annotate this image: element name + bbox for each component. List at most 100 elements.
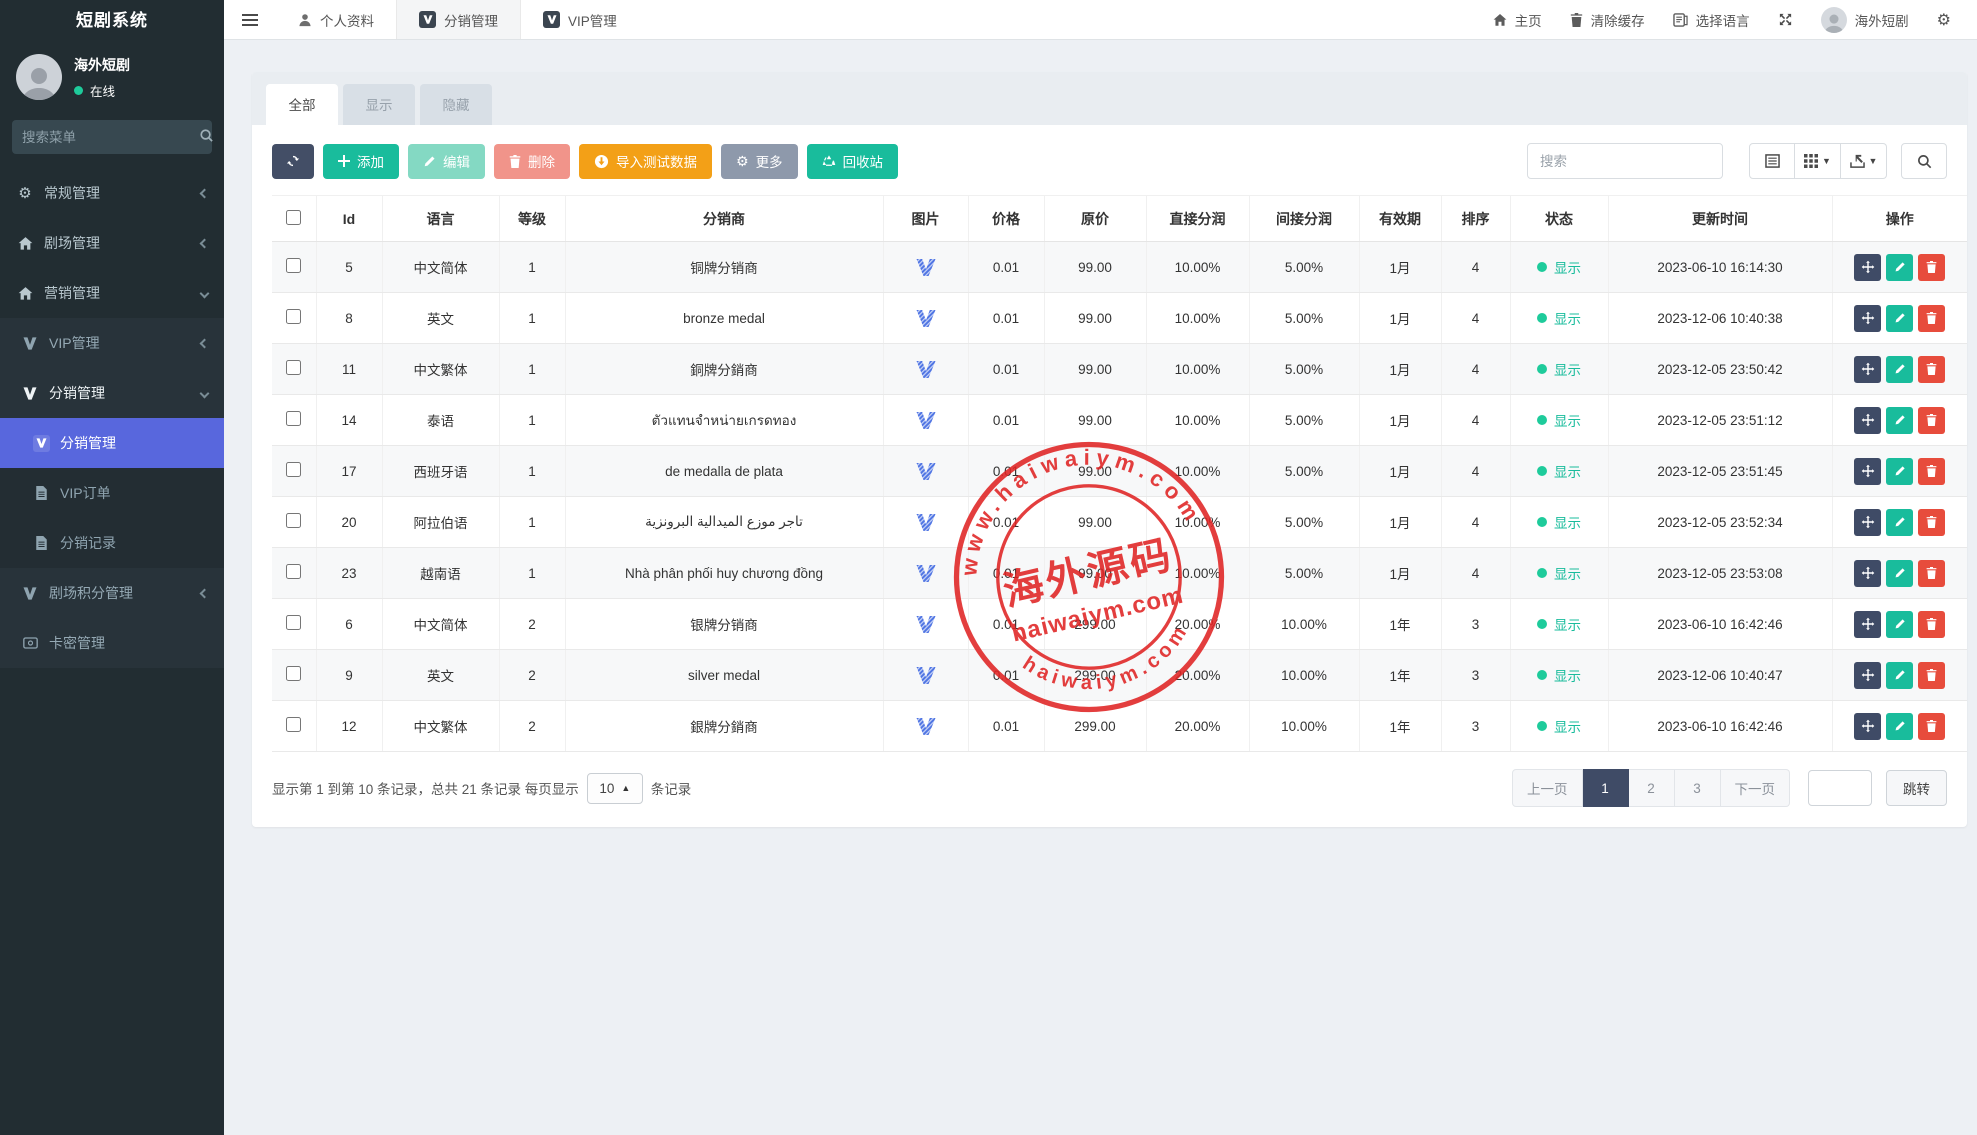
move-row-button[interactable]	[1854, 713, 1881, 740]
search-icon[interactable]	[199, 128, 214, 146]
edit-row-button[interactable]	[1886, 458, 1913, 485]
move-row-button[interactable]	[1854, 356, 1881, 383]
export-button[interactable]: ▼	[1841, 143, 1887, 179]
move-row-button[interactable]	[1854, 305, 1881, 332]
delete-row-button[interactable]	[1918, 407, 1945, 434]
sidebar-item-vip-manage[interactable]: VIP管理	[0, 318, 224, 368]
edit-row-button[interactable]	[1886, 713, 1913, 740]
delete-button[interactable]: 删除	[494, 144, 570, 179]
row-checkbox[interactable]	[286, 309, 301, 324]
prev-page-button[interactable]: 上一页	[1512, 769, 1583, 807]
move-row-button[interactable]	[1854, 509, 1881, 536]
delete-row-button[interactable]	[1918, 356, 1945, 383]
sidebar-item-vip-orders[interactable]: VIP订单	[0, 468, 224, 518]
row-checkbox[interactable]	[286, 513, 301, 528]
filter-tab-shown[interactable]: 显示	[343, 84, 415, 125]
filter-tab-all[interactable]: 全部	[266, 84, 338, 125]
row-checkbox[interactable]	[286, 717, 301, 732]
edit-row-button[interactable]	[1886, 560, 1913, 587]
edit-button[interactable]: 编辑	[408, 144, 485, 179]
page-button-3[interactable]: 3	[1675, 769, 1721, 807]
row-checkbox[interactable]	[286, 258, 301, 273]
refresh-button[interactable]	[272, 144, 314, 179]
sidebar-search-input[interactable]	[22, 130, 199, 145]
select-all-checkbox[interactable]	[286, 210, 301, 225]
v-logo-image[interactable]	[915, 258, 937, 277]
select-language-link[interactable]: 选择语言	[1673, 10, 1750, 30]
sidebar-item-distribution-manage[interactable]: 分销管理	[0, 418, 224, 468]
move-row-button[interactable]	[1854, 254, 1881, 281]
v-logo-image[interactable]	[915, 309, 937, 328]
edit-row-button[interactable]	[1886, 305, 1913, 332]
import-test-data-button[interactable]: 导入测试数据	[579, 144, 712, 179]
v-logo-image[interactable]	[915, 360, 937, 379]
sidebar-item-general[interactable]: ⚙ 常规管理	[0, 168, 224, 218]
recycle-bin-button[interactable]: 回收站	[807, 144, 899, 179]
navbar-user[interactable]: 海外短剧	[1821, 7, 1909, 33]
page-size-select[interactable]: 10 ▲	[587, 773, 643, 804]
tab-distribution[interactable]: 分销管理	[396, 0, 521, 39]
search-button[interactable]	[1901, 143, 1947, 179]
detail-view-button[interactable]	[1749, 143, 1795, 179]
v-logo-image[interactable]	[915, 462, 937, 481]
row-checkbox[interactable]	[286, 564, 301, 579]
edit-row-button[interactable]	[1886, 407, 1913, 434]
edit-row-button[interactable]	[1886, 662, 1913, 689]
row-checkbox[interactable]	[286, 411, 301, 426]
move-row-button[interactable]	[1854, 611, 1881, 638]
filter-tab-hidden[interactable]: 隐藏	[420, 84, 492, 125]
delete-row-button[interactable]	[1918, 305, 1945, 332]
tab-profile[interactable]: 个人资料	[276, 0, 396, 39]
next-page-button[interactable]: 下一页	[1721, 769, 1791, 807]
delete-row-button[interactable]	[1918, 662, 1945, 689]
jump-page-input[interactable]	[1808, 770, 1872, 806]
edit-row-button[interactable]	[1886, 254, 1913, 281]
tab-vip[interactable]: VIP管理	[521, 0, 639, 39]
add-button[interactable]: 添加	[323, 144, 399, 179]
row-checkbox[interactable]	[286, 360, 301, 375]
v-logo-image[interactable]	[915, 513, 937, 532]
v-logo-image[interactable]	[915, 564, 937, 583]
v-logo-image[interactable]	[915, 666, 937, 685]
sidebar-item-distribution-records[interactable]: 分销记录	[0, 518, 224, 568]
settings-button[interactable]: ⚙	[1937, 10, 1951, 30]
delete-row-button[interactable]	[1918, 254, 1945, 281]
edit-row-button[interactable]	[1886, 611, 1913, 638]
jump-button[interactable]: 跳转	[1886, 770, 1947, 806]
sidebar-item-theater[interactable]: 剧场管理	[0, 218, 224, 268]
delete-row-button[interactable]	[1918, 458, 1945, 485]
fullscreen-button[interactable]	[1778, 12, 1793, 27]
delete-row-button[interactable]	[1918, 713, 1945, 740]
page-button-1[interactable]: 1	[1583, 769, 1629, 807]
v-logo-image[interactable]	[915, 411, 937, 430]
more-button[interactable]: ⚙ 更多	[721, 144, 798, 179]
edit-row-button[interactable]	[1886, 356, 1913, 383]
move-row-button[interactable]	[1854, 560, 1881, 587]
move-row-button[interactable]	[1854, 458, 1881, 485]
hamburger-menu-icon[interactable]	[224, 0, 276, 39]
row-checkbox[interactable]	[286, 462, 301, 477]
home-link[interactable]: 主页	[1493, 10, 1542, 30]
delete-row-button[interactable]	[1918, 560, 1945, 587]
trash-icon	[1926, 618, 1937, 630]
delete-row-button[interactable]	[1918, 611, 1945, 638]
page-button-2[interactable]: 2	[1629, 769, 1675, 807]
sidebar-item-theater-points[interactable]: 剧场积分管理	[0, 568, 224, 618]
delete-row-button[interactable]	[1918, 509, 1945, 536]
edit-row-button[interactable]	[1886, 509, 1913, 536]
v-icon	[18, 337, 42, 350]
clear-cache-link[interactable]: 清除缓存	[1570, 10, 1645, 30]
table-search-input[interactable]	[1527, 143, 1723, 179]
row-checkbox[interactable]	[286, 615, 301, 630]
v-logo-image[interactable]	[915, 717, 937, 736]
cell-price: 0.01	[968, 344, 1044, 395]
sidebar-item-card-keys[interactable]: 卡密管理	[0, 618, 224, 668]
move-row-button[interactable]	[1854, 662, 1881, 689]
sidebar-item-distribution[interactable]: 分销管理	[0, 368, 224, 418]
columns-toggle-button[interactable]: ▼	[1795, 143, 1841, 179]
v-logo-image[interactable]	[915, 615, 937, 634]
move-row-button[interactable]	[1854, 407, 1881, 434]
sidebar-item-marketing[interactable]: 营销管理	[0, 268, 224, 318]
row-checkbox[interactable]	[286, 666, 301, 681]
cell-updated: 2023-12-05 23:53:08	[1608, 548, 1832, 599]
